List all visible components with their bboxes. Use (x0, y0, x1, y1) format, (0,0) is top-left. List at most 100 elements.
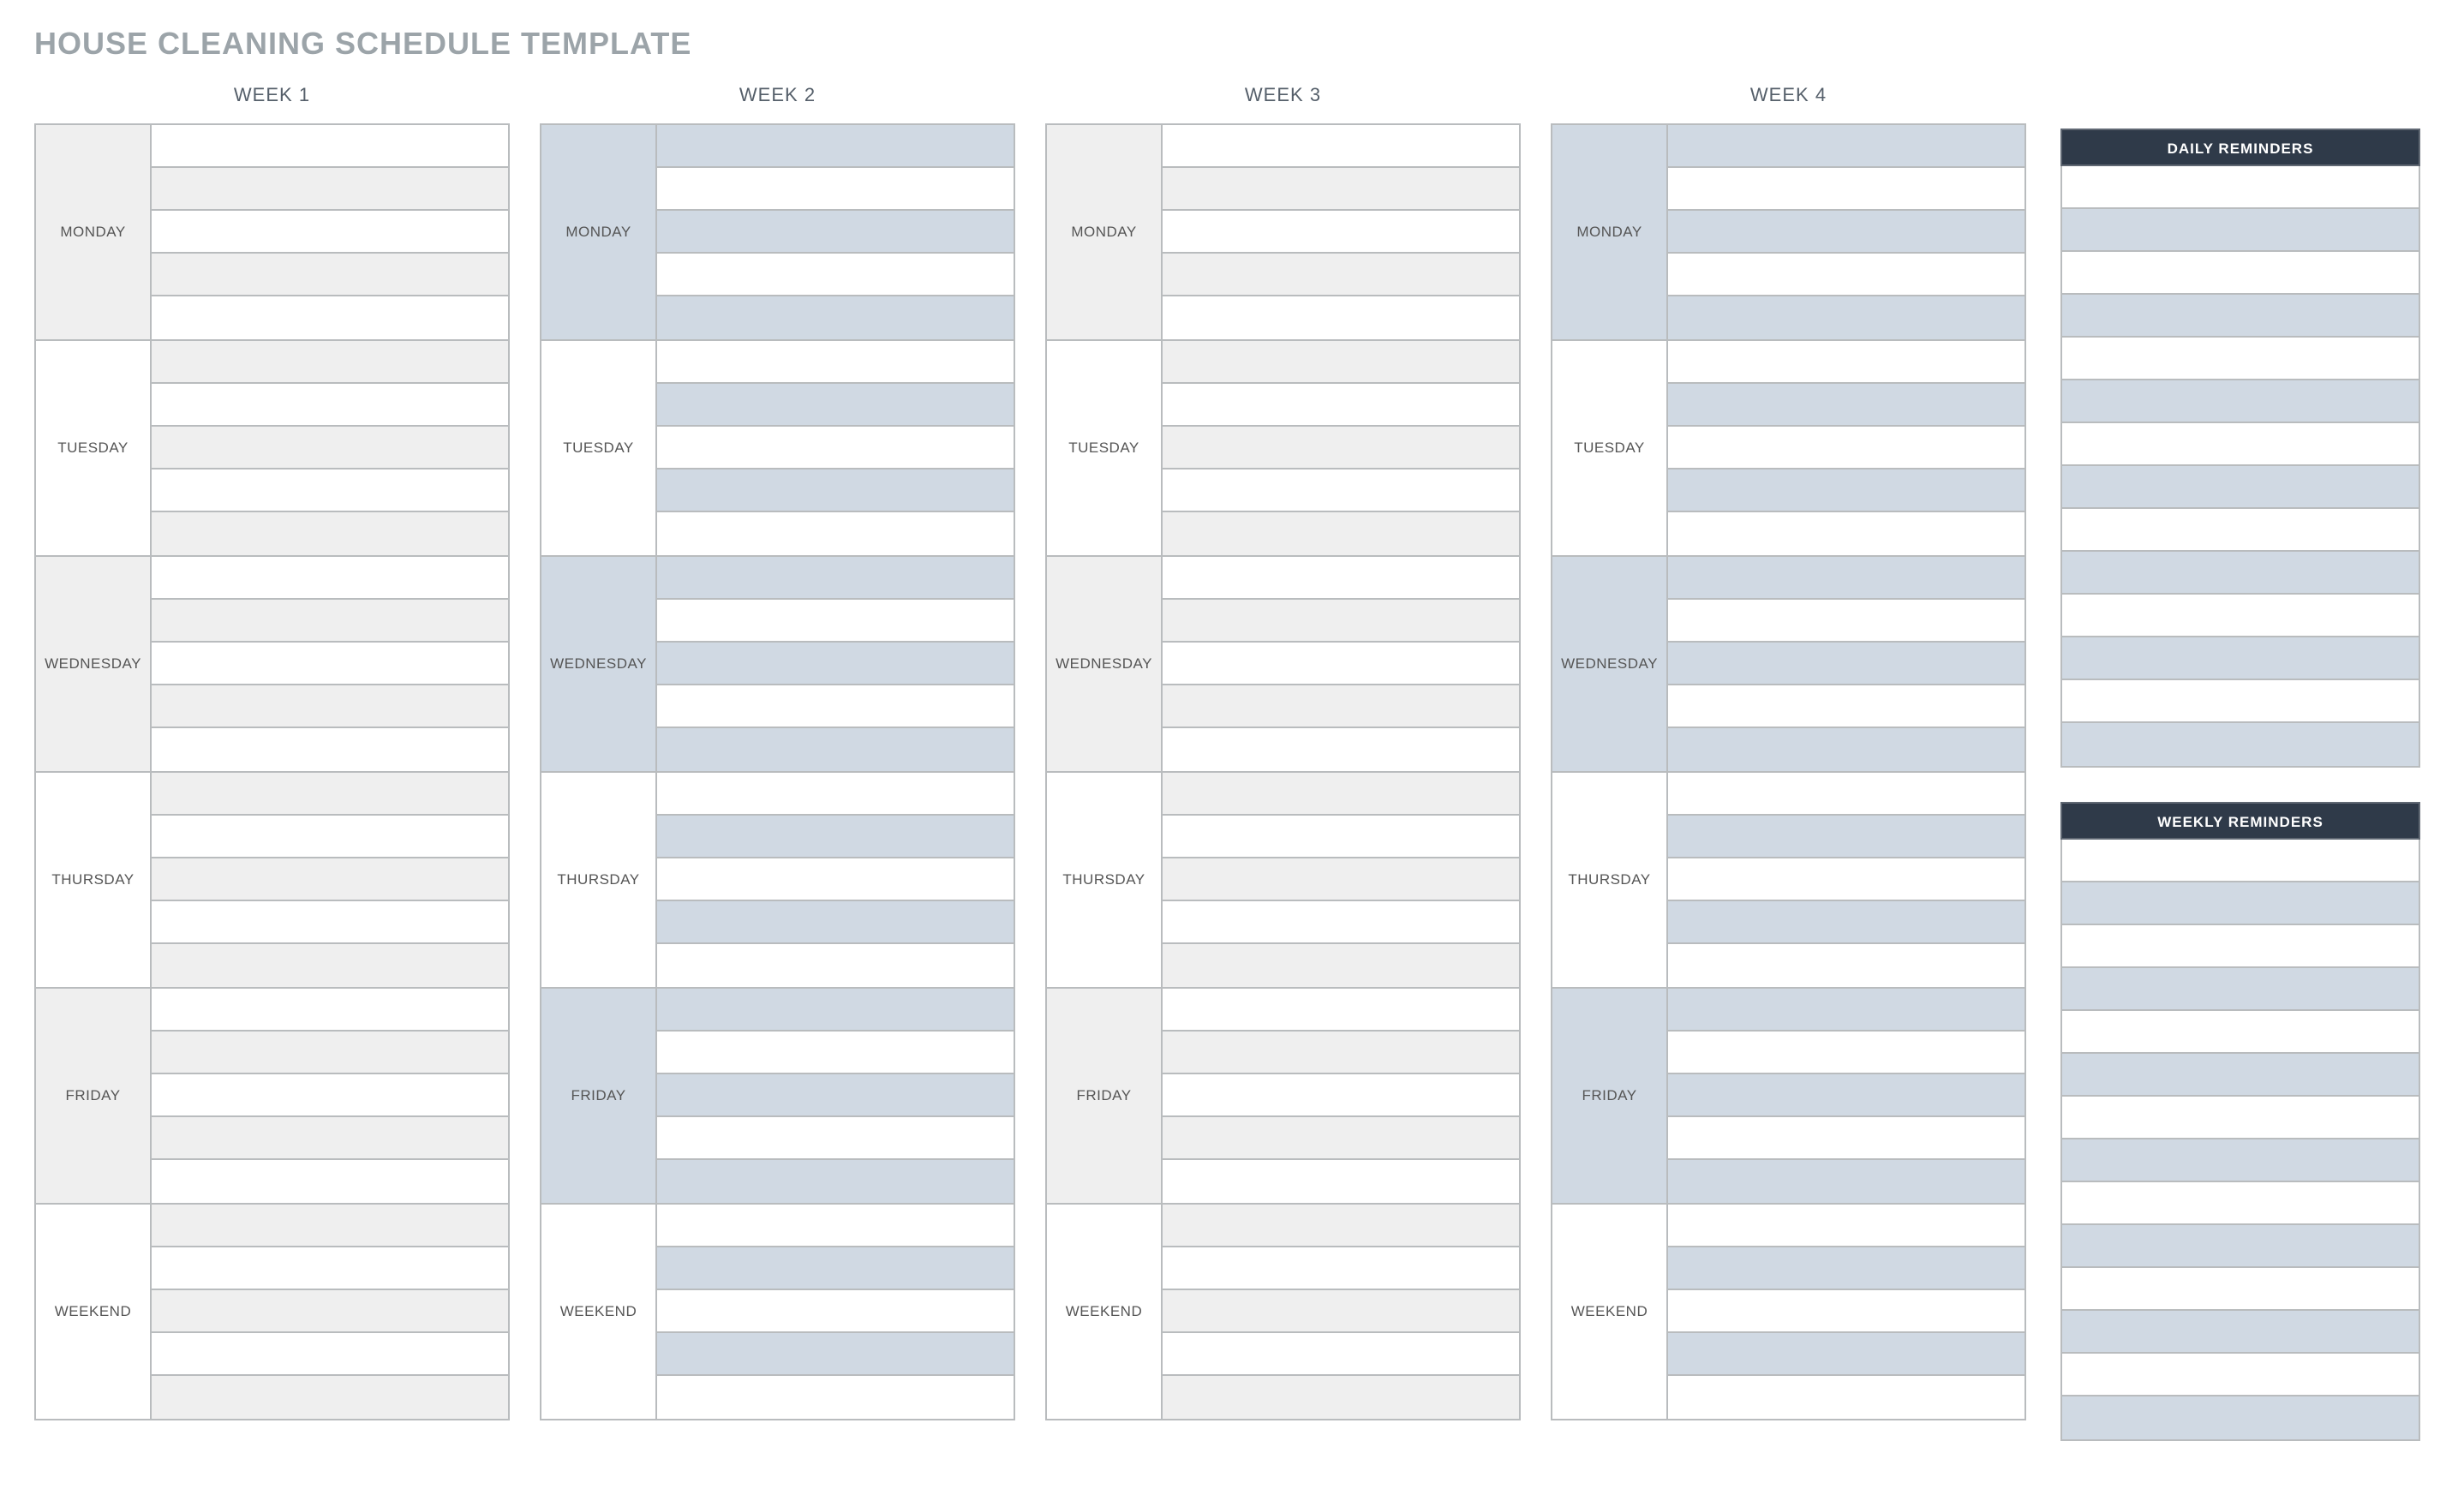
task-cell[interactable] (1668, 989, 2024, 1032)
task-cell[interactable] (152, 1247, 508, 1290)
task-cell[interactable] (152, 816, 508, 858)
task-cell[interactable] (657, 469, 1014, 512)
task-cell[interactable] (1668, 341, 2024, 384)
task-cell[interactable] (657, 728, 1014, 771)
task-cell[interactable] (152, 773, 508, 816)
reminder-cell[interactable] (2062, 1182, 2419, 1225)
task-cell[interactable] (1163, 1117, 1519, 1160)
task-cell[interactable] (657, 901, 1014, 944)
reminder-cell[interactable] (2062, 252, 2419, 295)
task-cell[interactable] (152, 1074, 508, 1117)
task-cell[interactable] (1163, 384, 1519, 427)
task-cell[interactable] (152, 1032, 508, 1074)
task-cell[interactable] (1163, 773, 1519, 816)
reminder-cell[interactable] (2062, 1311, 2419, 1354)
task-cell[interactable] (1163, 427, 1519, 469)
task-cell[interactable] (1668, 773, 2024, 816)
task-cell[interactable] (657, 685, 1014, 728)
task-cell[interactable] (657, 168, 1014, 211)
task-cell[interactable] (657, 944, 1014, 987)
task-cell[interactable] (657, 384, 1014, 427)
reminder-cell[interactable] (2062, 295, 2419, 338)
reminder-cell[interactable] (2062, 925, 2419, 968)
task-cell[interactable] (152, 168, 508, 211)
reminder-cell[interactable] (2062, 338, 2419, 380)
task-cell[interactable] (1163, 1205, 1519, 1247)
task-cell[interactable] (1163, 816, 1519, 858)
task-cell[interactable] (1668, 1376, 2024, 1419)
task-cell[interactable] (1668, 557, 2024, 600)
task-cell[interactable] (657, 643, 1014, 685)
task-cell[interactable] (1668, 296, 2024, 339)
task-cell[interactable] (657, 211, 1014, 254)
task-cell[interactable] (152, 1333, 508, 1376)
task-cell[interactable] (152, 643, 508, 685)
task-cell[interactable] (1163, 557, 1519, 600)
task-cell[interactable] (152, 858, 508, 901)
task-cell[interactable] (1163, 1160, 1519, 1203)
task-cell[interactable] (1163, 643, 1519, 685)
task-cell[interactable] (152, 1160, 508, 1203)
task-cell[interactable] (1163, 901, 1519, 944)
task-cell[interactable] (1163, 989, 1519, 1032)
task-cell[interactable] (1163, 685, 1519, 728)
task-cell[interactable] (1668, 254, 2024, 296)
task-cell[interactable] (657, 125, 1014, 168)
reminder-cell[interactable] (2062, 552, 2419, 595)
reminder-cell[interactable] (2062, 1139, 2419, 1182)
task-cell[interactable] (152, 254, 508, 296)
task-cell[interactable] (152, 901, 508, 944)
task-cell[interactable] (1668, 600, 2024, 643)
reminder-cell[interactable] (2062, 423, 2419, 466)
task-cell[interactable] (1163, 1333, 1519, 1376)
task-cell[interactable] (152, 685, 508, 728)
reminder-cell[interactable] (2062, 466, 2419, 509)
task-cell[interactable] (657, 1333, 1014, 1376)
reminder-cell[interactable] (2062, 1054, 2419, 1097)
task-cell[interactable] (152, 341, 508, 384)
task-cell[interactable] (1163, 1247, 1519, 1290)
reminder-cell[interactable] (2062, 595, 2419, 637)
task-cell[interactable] (1668, 384, 2024, 427)
reminder-cell[interactable] (2062, 1396, 2419, 1439)
task-cell[interactable] (152, 211, 508, 254)
task-cell[interactable] (1668, 1117, 2024, 1160)
reminder-cell[interactable] (2062, 1097, 2419, 1139)
task-cell[interactable] (1668, 427, 2024, 469)
reminder-cell[interactable] (2062, 380, 2419, 423)
task-cell[interactable] (1163, 1032, 1519, 1074)
task-cell[interactable] (1163, 254, 1519, 296)
task-cell[interactable] (1668, 901, 2024, 944)
task-cell[interactable] (657, 1205, 1014, 1247)
task-cell[interactable] (657, 341, 1014, 384)
reminder-cell[interactable] (2062, 1011, 2419, 1054)
task-cell[interactable] (152, 125, 508, 168)
task-cell[interactable] (657, 254, 1014, 296)
task-cell[interactable] (152, 469, 508, 512)
task-cell[interactable] (152, 728, 508, 771)
task-cell[interactable] (1668, 1290, 2024, 1333)
task-cell[interactable] (1668, 643, 2024, 685)
task-cell[interactable] (657, 1117, 1014, 1160)
task-cell[interactable] (1668, 1032, 2024, 1074)
task-cell[interactable] (1668, 125, 2024, 168)
task-cell[interactable] (657, 512, 1014, 555)
task-cell[interactable] (152, 1376, 508, 1419)
reminder-cell[interactable] (2062, 680, 2419, 723)
task-cell[interactable] (657, 816, 1014, 858)
reminder-cell[interactable] (2062, 723, 2419, 766)
task-cell[interactable] (1668, 1160, 2024, 1203)
task-cell[interactable] (1163, 1376, 1519, 1419)
task-cell[interactable] (1668, 469, 2024, 512)
reminder-cell[interactable] (2062, 637, 2419, 680)
task-cell[interactable] (1668, 1205, 2024, 1247)
reminder-cell[interactable] (2062, 1225, 2419, 1268)
task-cell[interactable] (1668, 211, 2024, 254)
task-cell[interactable] (657, 773, 1014, 816)
task-cell[interactable] (1163, 1290, 1519, 1333)
task-cell[interactable] (1668, 728, 2024, 771)
reminder-cell[interactable] (2062, 840, 2419, 882)
task-cell[interactable] (657, 1290, 1014, 1333)
task-cell[interactable] (1163, 600, 1519, 643)
task-cell[interactable] (1668, 858, 2024, 901)
